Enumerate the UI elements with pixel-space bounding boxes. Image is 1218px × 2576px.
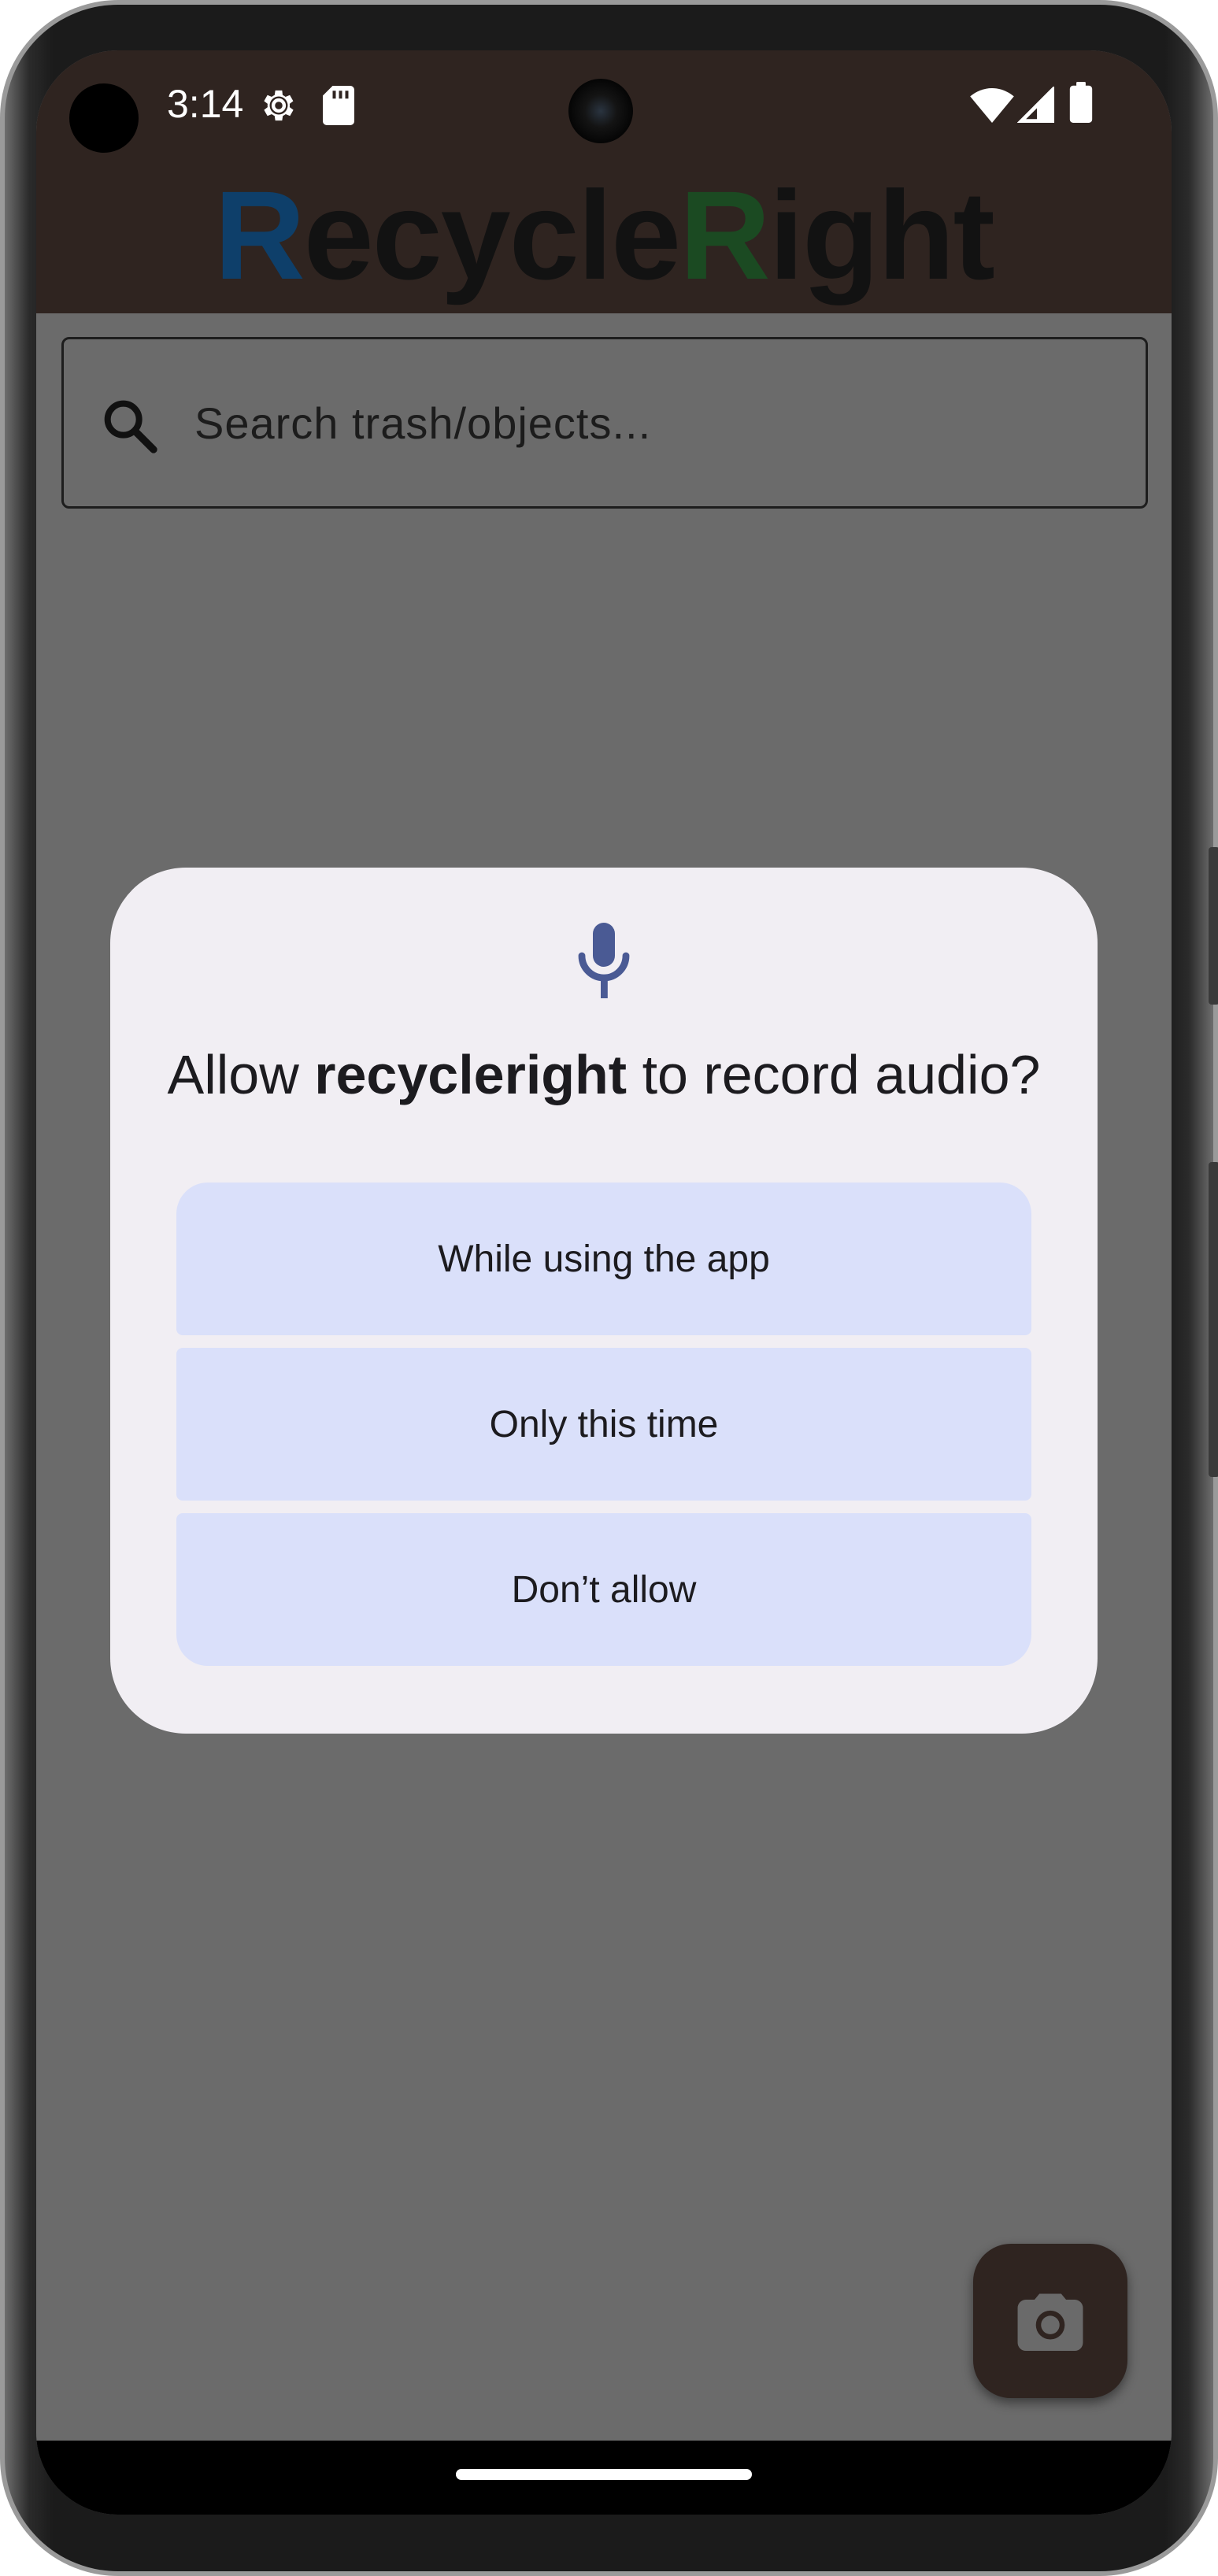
app-title-part-1: ecycle — [303, 165, 681, 305]
microphone-icon — [576, 923, 632, 998]
permission-dialog-title: Allow recycleright to record audio? — [110, 1039, 1098, 1110]
phone-screen: 3:14 RecycleRight Search trash/objects..… — [36, 50, 1172, 2515]
app-title-part-2: ight — [768, 165, 995, 305]
dialog-title-suffix: to record audio? — [627, 1044, 1041, 1105]
dont-allow-button[interactable]: Don’t allow — [176, 1513, 1031, 1666]
status-dot — [69, 83, 139, 153]
camera-icon — [1017, 2293, 1083, 2351]
battery-icon — [1069, 82, 1093, 127]
search-input[interactable] — [193, 371, 1101, 475]
power-button — [1209, 1162, 1218, 1477]
dialog-title-prefix: Allow — [167, 1044, 315, 1105]
allow-while-using-app-button[interactable]: While using the app — [176, 1183, 1031, 1335]
dialog-title-app-name: recycleright — [314, 1044, 628, 1105]
camera-button[interactable] — [973, 2244, 1127, 2398]
cell-signal-icon — [1016, 85, 1057, 128]
search-icon — [98, 394, 161, 457]
app-title-r1: R — [214, 165, 305, 305]
front-camera — [568, 79, 633, 143]
home-gesture-handle[interactable] — [456, 2469, 752, 2480]
app-title-r2: R — [679, 165, 771, 305]
search-bar[interactable] — [61, 337, 1148, 509]
wifi-icon — [970, 88, 1014, 127]
sd-card-icon — [323, 85, 354, 130]
volume-button — [1209, 847, 1218, 1005]
allow-only-this-time-button[interactable]: Only this time — [176, 1348, 1031, 1501]
status-time: 3:14 — [167, 82, 244, 126]
settings-gear-icon — [258, 85, 299, 130]
app-header: 3:14 RecycleRight — [36, 50, 1172, 313]
app-title: RecycleRight — [36, 168, 1172, 302]
navigation-bar — [36, 2441, 1172, 2515]
permission-dialog: Allow recycleright to record audio? Whil… — [110, 868, 1098, 1734]
